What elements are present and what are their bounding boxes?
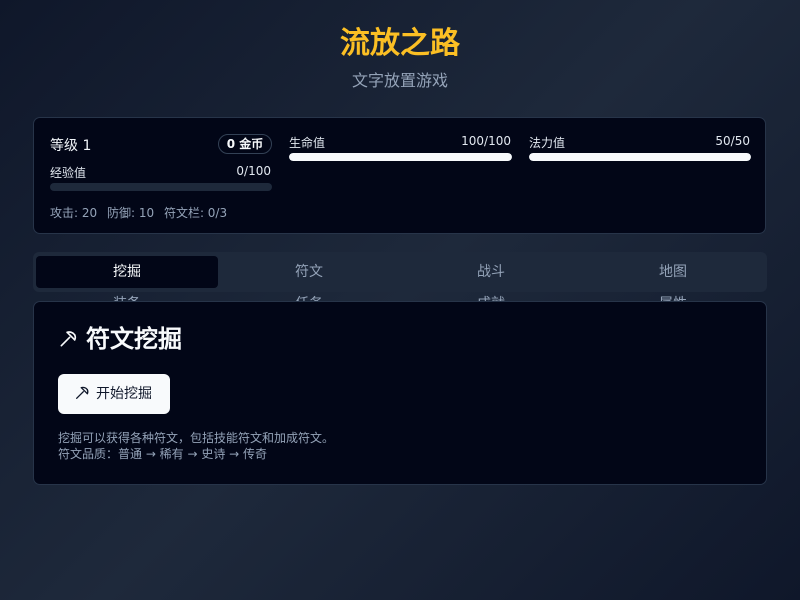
tab-mining[interactable]: 挖掘 [36,256,218,288]
pickaxe-icon [60,331,77,347]
combat-stats: 攻击: 20 防御: 10 符文栏: 0/3 [50,204,233,221]
defense-stat: 防御: 10 [106,206,155,220]
level-label: 等级 1 [50,138,92,154]
exp-bar [50,183,272,191]
hp-label: 生命值 [289,136,326,150]
tab-bar: 挖掘 符文 战斗 地图 装备 任务 成就 属性 [33,252,767,312]
gold-badge: 0 金币 [218,134,272,154]
attack-stat: 攻击: 20 [50,206,98,220]
mp-bar-fill [529,153,751,161]
rune-quality-description: 符文品质：普通 → 稀有 → 史诗 → 传奇 [58,447,268,461]
start-mining-button[interactable]: 开始挖掘 [58,374,170,414]
exp-label: 经验值 [50,166,87,180]
hp-bar-fill [289,153,512,161]
player-stats-card: 等级 1 0 金币 经验值 0/100 生命值 100/100 法力值 50/5… [33,117,766,234]
mp-bar [529,153,751,161]
tab-combat[interactable]: 战斗 [400,256,582,288]
hp-value: 100/100 [461,134,511,148]
mining-description: 挖掘可以获得各种符文，包括技能符文和加成符文。 [58,431,335,445]
game-title: 流放之路 [340,26,460,61]
exp-value: 0/100 [236,164,271,178]
panel-title: 符文挖掘 [58,322,182,356]
panel-title-text: 符文挖掘 [86,325,182,353]
mining-panel: 符文挖掘 开始挖掘 挖掘可以获得各种符文，包括技能符文和加成符文。 符文品质：普… [33,301,767,485]
tab-map[interactable]: 地图 [582,256,764,288]
game-subtitle: 文字放置游戏 [351,71,448,90]
hp-bar [289,153,512,161]
pickaxe-icon [76,386,89,399]
mp-value: 50/50 [715,134,750,148]
mp-label: 法力值 [529,136,566,150]
start-mining-label: 开始挖掘 [96,386,152,402]
rune-slots-stat: 符文栏: 0/3 [163,206,228,220]
tab-runes[interactable]: 符文 [218,256,400,288]
